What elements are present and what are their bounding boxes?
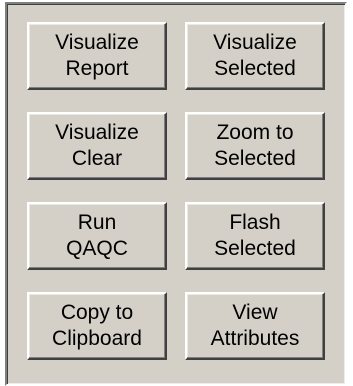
- view-attributes-button[interactable]: View Attributes: [185, 292, 325, 360]
- button-label-line1: Flash: [229, 211, 281, 234]
- button-label-line1: Copy to: [60, 301, 134, 324]
- button-label-line2: QAQC: [66, 237, 128, 260]
- button-label-line2: Report: [65, 57, 129, 80]
- button-label-line2: Selected: [214, 147, 296, 170]
- visualize-clear-button[interactable]: Visualize Clear: [27, 112, 167, 180]
- button-label-line1: Visualize: [55, 31, 139, 54]
- button-label-line2: Selected: [214, 57, 296, 80]
- copy-to-clipboard-button[interactable]: Copy to Clipboard: [27, 292, 167, 360]
- flash-selected-button[interactable]: Flash Selected: [185, 202, 325, 270]
- button-label-line1: Run: [77, 211, 117, 234]
- button-label-line1: View: [232, 301, 278, 324]
- zoom-to-selected-button[interactable]: Zoom to Selected: [185, 112, 325, 180]
- run-qaqc-button[interactable]: Run QAQC: [27, 202, 167, 270]
- button-label-line2: Attributes: [210, 327, 300, 350]
- button-label-line1: Visualize: [55, 121, 139, 144]
- button-label-line1: Zoom to: [216, 121, 294, 144]
- visualize-report-button[interactable]: Visualize Report: [27, 22, 167, 90]
- button-label-line2: Clear: [71, 147, 123, 170]
- button-panel: Visualize Report Visualize Selected Visu…: [5, 2, 347, 386]
- visualize-selected-button[interactable]: Visualize Selected: [185, 22, 325, 90]
- button-label-line2: Clipboard: [52, 327, 142, 350]
- button-label-line2: Selected: [214, 237, 296, 260]
- button-label-line1: Visualize: [213, 31, 297, 54]
